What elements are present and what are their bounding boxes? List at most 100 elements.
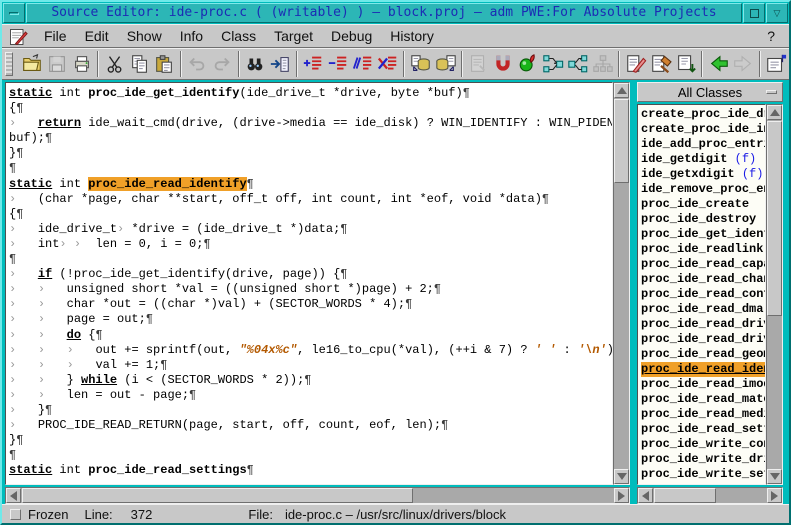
class-list-item[interactable]: proc_ide_read_media [641,407,765,422]
class-list-item[interactable]: proc_ide_get_identify [641,227,765,242]
scroll-down-icon[interactable] [767,469,782,484]
all-classes-dropdown[interactable]: All Classes [637,82,783,102]
shade-icon: ▽ [774,9,781,18]
toolbar-separator [701,51,703,77]
build-button[interactable] [648,51,673,78]
class-list-item[interactable]: proc_ide_read_capacity [641,257,765,272]
class-list[interactable]: create_proc_ide_drivescreate_proc_ide_in… [637,104,766,485]
comment-button[interactable] [350,51,375,78]
class-list-horizontal-scrollbar[interactable] [637,487,783,504]
menu-help[interactable]: ? [767,28,789,44]
menu-class[interactable]: Class [212,26,265,46]
save-all-button[interactable] [673,51,698,78]
class-list-item[interactable]: create_proc_ide_interfaces [641,122,765,137]
class-list-item[interactable]: proc_ide_read_dma [641,302,765,317]
callees-button[interactable] [566,51,591,78]
class-list-item[interactable]: proc_ide_readlink [641,242,765,257]
edit-doc-button[interactable] [623,51,648,78]
menu-info[interactable]: Info [171,26,212,46]
class-list-item[interactable]: proc_ide_read_channel [641,272,765,287]
find-icon [244,53,266,75]
class-list-item[interactable]: proc_ide_write_driver [641,452,765,467]
open-file-button[interactable] [19,51,44,78]
class-list-item[interactable]: proc_ide_destroy [641,212,765,227]
find-button[interactable] [243,51,268,78]
source-editor-window: Source Editor: ide-proc.c ( (writable) )… [0,0,791,525]
class-list-item[interactable]: proc_ide_read_identify [641,362,765,377]
db-save-button[interactable] [433,51,458,78]
db-load-button[interactable] [408,51,433,78]
scroll-left-icon[interactable] [638,488,653,503]
toolbar-separator [238,51,240,77]
toolbar-separator [618,51,620,77]
code-line: › (char *page, char **start, off_t off, … [9,192,612,207]
scroll-up-icon[interactable] [767,105,782,120]
class-list-vscroll-thumb[interactable] [767,121,782,316]
editor-vscroll-thumb[interactable] [614,99,629,183]
shift-right-button[interactable] [301,51,326,78]
class-list-item[interactable]: proc_ide_read_drives [641,332,765,347]
menu-show[interactable]: Show [118,26,171,46]
code-line: › › do {¶ [9,328,612,343]
cut-button[interactable] [102,51,127,78]
class-list-vertical-scrollbar[interactable] [766,104,783,485]
class-list-item[interactable]: proc_ide_read_settings [641,422,765,437]
class-list-item[interactable]: ide_getxdigit (f) [641,167,765,182]
code-editor[interactable]: static int proc_ide_get_identify(ide_dri… [5,82,613,485]
toolbar-separator [759,51,761,77]
class-list-item[interactable]: proc_ide_write_config [641,437,765,452]
class-list-item[interactable]: ide_getdigit (f) [641,152,765,167]
shift-left-button[interactable] [325,51,350,78]
shade-button[interactable]: ▽ [766,3,788,23]
toolbar-separator [461,51,463,77]
class-list-item[interactable]: proc_ide_read_mate [641,392,765,407]
properties-button[interactable] [764,51,789,78]
goto-line-button[interactable] [268,51,293,78]
menu-edit[interactable]: Edit [76,26,118,46]
back-button[interactable] [706,51,731,78]
class-list-item[interactable]: proc_ide_create [641,197,765,212]
class-list-item[interactable]: ide_add_proc_entries [641,137,765,152]
class-list-item[interactable]: proc_ide_read_driver [641,317,765,332]
editor-vertical-scrollbar[interactable] [613,82,630,485]
copy-button[interactable] [127,51,152,78]
scroll-right-icon[interactable] [614,488,629,503]
class-list-item[interactable]: proc_ide_read_geometry [641,347,765,362]
code-line: ¶ [9,448,612,463]
class-list-hscroll-thumb[interactable] [654,488,716,503]
code-line: buf);¶ [9,131,612,146]
class-list-item[interactable]: proc_ide_read_config [641,287,765,302]
callers-button[interactable] [541,51,566,78]
recolor-button[interactable] [516,51,541,78]
uncomment-button[interactable] [375,51,400,78]
scroll-left-icon[interactable] [6,488,21,503]
class-list-item[interactable]: proc_ide_read_imodel [641,377,765,392]
scroll-up-icon[interactable] [614,83,629,98]
class-list-item[interactable]: ide_remove_proc_entries [641,182,765,197]
paste-button[interactable] [152,51,177,78]
code-line: › }¶ [9,403,612,418]
code-line: ¶ [9,161,612,176]
scroll-down-icon[interactable] [614,469,629,484]
scroll-right-icon[interactable] [767,488,782,503]
frozen-toggle[interactable] [10,509,21,520]
print-button[interactable] [69,51,94,78]
menu-debug[interactable]: Debug [322,26,381,46]
window-menu-button[interactable] [3,3,25,23]
main-area: static int proc_ide_get_identify(ide_dri… [2,80,789,504]
toolbar-separator [296,51,298,77]
file-label: File: [248,507,273,522]
edit-doc-icon [625,53,647,75]
toolbar-grip-handle[interactable] [5,52,13,76]
maximize-button[interactable] [743,3,765,23]
editor-horizontal-scrollbar[interactable] [5,487,630,504]
cut-icon [104,53,126,75]
menu-target[interactable]: Target [265,26,322,46]
class-list-item[interactable]: proc_ide_write_settings [641,467,765,482]
menu-history[interactable]: History [381,26,443,46]
titlebar: Source Editor: ide-proc.c ( (writable) )… [2,2,789,24]
menu-file[interactable]: File [35,26,76,46]
magnet-grep-button[interactable] [491,51,516,78]
class-list-item[interactable]: create_proc_ide_drives [641,107,765,122]
editor-hscroll-thumb[interactable] [22,488,413,503]
